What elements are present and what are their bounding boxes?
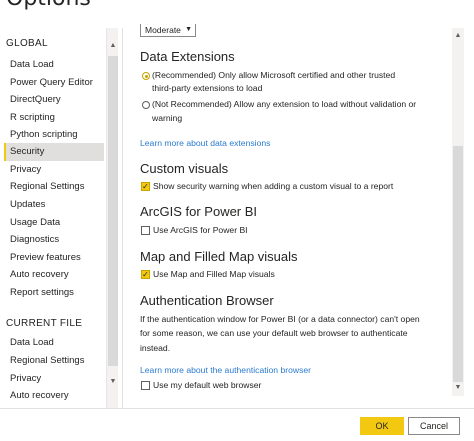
check-icon: ✓ — [142, 270, 149, 279]
custom-visuals-checkbox[interactable]: ✓ — [141, 182, 150, 191]
sidebar-item-diagnostics[interactable]: Diagnostics — [4, 231, 104, 249]
check-icon: ✓ — [142, 182, 149, 191]
map-visuals-checkbox-label: Use Map and Filled Map visuals — [153, 269, 275, 279]
radio-not-recommended[interactable] — [142, 101, 150, 109]
ok-button[interactable]: OK — [360, 417, 404, 435]
dialog-footer: OK Cancel — [0, 408, 474, 441]
window-title: Options — [6, 0, 91, 11]
sidebar-item-auto-recovery[interactable]: Auto recovery — [4, 266, 104, 284]
sidebar-item-report-settings[interactable]: Report settings — [4, 284, 104, 302]
arcgis-checkbox[interactable] — [141, 226, 150, 235]
sidebar-item-security[interactable]: Security — [4, 143, 104, 161]
learn-more-data-extensions-link[interactable]: Learn more about data extensions — [140, 138, 270, 148]
content-scroll-thumb[interactable] — [453, 146, 463, 382]
authentication-browser-heading: Authentication Browser — [140, 293, 274, 308]
sidebar-item-regional-settings[interactable]: Regional Settings — [4, 178, 104, 196]
arcgis-heading: ArcGIS for Power BI — [140, 204, 258, 219]
default-browser-checkbox[interactable] — [141, 381, 150, 390]
security-settings-panel: Moderate ▼ Data Extensions (Recommended)… — [124, 18, 450, 408]
map-visuals-checkbox[interactable]: ✓ — [141, 270, 150, 279]
chevron-up-icon[interactable]: ▲ — [107, 42, 119, 49]
custom-visuals-checkbox-label: Show security warning when adding a cust… — [153, 181, 394, 191]
radio-recommended-label-line1: (Recommended) Only allow Microsoft certi… — [152, 70, 396, 80]
chevron-up-icon[interactable]: ▲ — [452, 32, 464, 39]
sidebar-item-data-load[interactable]: Data Load — [4, 56, 104, 74]
sidebar-item-current-regional-settings[interactable]: Regional Settings — [4, 352, 104, 370]
sidebar-item-current-privacy[interactable]: Privacy — [4, 370, 104, 388]
radio-not-recommended-label-line1: (Not Recommended) Allow any extension to… — [152, 99, 417, 109]
current-file-heading: CURRENT FILE — [6, 318, 83, 329]
sidebar-item-directquery[interactable]: DirectQuery — [4, 91, 104, 109]
sidebar-item-current-data-load[interactable]: Data Load — [4, 334, 104, 352]
sidebar-item-current-auto-recovery[interactable]: Auto recovery — [4, 387, 104, 405]
sidebar-item-updates[interactable]: Updates — [4, 196, 104, 214]
content-scrollbar[interactable]: ▲ ▼ — [452, 28, 464, 396]
sidebar-item-python-scripting[interactable]: Python scripting — [4, 126, 104, 144]
radio-recommended-label-line2: third-party extensions to load — [152, 83, 263, 93]
sidebar-scrollbar[interactable]: ▲ ▼ — [106, 28, 118, 408]
default-browser-checkbox-label: Use my default web browser — [153, 380, 262, 390]
map-visuals-heading: Map and Filled Map visuals — [140, 249, 298, 264]
pane-divider — [122, 28, 123, 408]
security-level-dropdown[interactable]: Moderate ▼ — [140, 24, 196, 37]
auth-browser-description-line3: instead. — [140, 343, 171, 353]
sidebar-item-r-scripting[interactable]: R scripting — [4, 109, 104, 127]
chevron-down-icon[interactable]: ▼ — [452, 384, 464, 391]
arcgis-checkbox-label: Use ArcGIS for Power BI — [153, 225, 248, 235]
sidebar-item-power-query-editor[interactable]: Power Query Editor — [4, 74, 104, 92]
sidebar-scroll-thumb[interactable] — [108, 56, 118, 366]
chevron-down-icon: ▼ — [185, 26, 192, 33]
radio-not-recommended-label-line2: warning — [152, 113, 183, 123]
radio-recommended[interactable] — [142, 72, 150, 80]
sidebar-item-preview-features[interactable]: Preview features — [4, 249, 104, 267]
dropdown-value: Moderate — [145, 25, 181, 35]
auth-browser-description-line2: for some reason, we can use your default… — [140, 328, 408, 338]
custom-visuals-heading: Custom visuals — [140, 161, 229, 176]
cancel-button[interactable]: Cancel — [408, 417, 460, 435]
options-sidebar: GLOBAL Data Load Power Query Editor Dire… — [0, 28, 120, 408]
data-extensions-heading: Data Extensions — [140, 49, 235, 64]
sidebar-item-usage-data[interactable]: Usage Data — [4, 214, 104, 232]
learn-more-auth-browser-link[interactable]: Learn more about the authentication brow… — [140, 365, 311, 375]
auth-browser-description-line1: If the authentication window for Power B… — [140, 314, 420, 324]
global-heading: GLOBAL — [6, 38, 48, 49]
chevron-down-icon[interactable]: ▼ — [107, 378, 119, 385]
sidebar-item-privacy[interactable]: Privacy — [4, 161, 104, 179]
